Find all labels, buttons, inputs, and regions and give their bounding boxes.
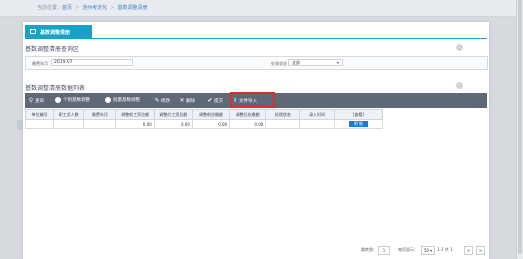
data-table: 单位编号 职工总人数 缴费年月 调整前工资总额 调整后工资总额 调整前应缴额 调… xyxy=(24,109,384,129)
per-page-value: 50 xyxy=(423,248,429,253)
table-row[interactable]: 0.00 0.00 0.00 0.00 明 细 xyxy=(24,119,384,129)
modify-label: 修改 xyxy=(161,99,170,104)
search-icon: ⚲ xyxy=(28,97,34,104)
column-header[interactable]: 录入时间 xyxy=(299,109,335,120)
breadcrumb-separator: > xyxy=(110,5,115,11)
modify-button[interactable]: ✎修改 xyxy=(154,96,170,105)
period-input[interactable]: 2019.07 xyxy=(51,59,133,66)
table-cell: 0.00 xyxy=(115,119,155,129)
page-jump-input[interactable]: 1 xyxy=(378,246,390,255)
tab-underline xyxy=(25,38,487,39)
column-header[interactable]: 调整前工资总额 xyxy=(115,109,155,120)
table-cell xyxy=(265,119,301,129)
delete-label: 删除 xyxy=(186,99,195,104)
breadcrumb-prefix: 当前位置： xyxy=(37,5,63,11)
view-detail-button[interactable]: 明 细 xyxy=(348,121,368,127)
jump-label: 跳转到: xyxy=(361,247,375,252)
breadcrumb: 当前位置：首页 > 池州考定化 > 基数调整清册 xyxy=(37,4,147,11)
main-panel: 基数调整清册 基数调整清册查询区 缴费年月 2019.07 处理状态 全部 ▾ 基… xyxy=(23,22,489,259)
column-header[interactable]: 职工总人数 xyxy=(53,109,85,120)
column-header[interactable]: 处理状态 xyxy=(265,109,301,120)
collapse-list-icon[interactable] xyxy=(456,82,463,89)
status-select[interactable]: 全部 ▾ xyxy=(288,59,343,66)
table-cell: 0.00 xyxy=(191,119,231,129)
adjust-icon xyxy=(105,96,111,103)
page-scrollbar[interactable] xyxy=(516,0,523,259)
column-header[interactable]: 调整前应缴额 xyxy=(191,109,231,120)
query-button-label: 查询 xyxy=(35,99,44,104)
scrollbar-thumb[interactable] xyxy=(518,0,522,254)
column-header[interactable]: 单位编号 xyxy=(24,109,55,120)
column-header[interactable]: 调整后应缴额 xyxy=(229,109,267,120)
status-select-value: 全部 xyxy=(292,60,300,65)
column-header[interactable]: 调整后工资总额 xyxy=(153,109,193,120)
breadcrumb-module-link[interactable]: 池州考定化 xyxy=(82,5,107,11)
status-label: 处理状态 xyxy=(271,61,287,66)
edit-icon: ✎ xyxy=(154,97,160,104)
batch-adjust-button[interactable]: 批量基数调整 xyxy=(105,96,140,105)
breadcrumb-separator: > xyxy=(75,5,80,11)
top-bar: 当前位置：首页 > 池州考定化 > 基数调整清册 xyxy=(0,0,517,17)
table-cell: 明 细 xyxy=(333,119,384,129)
query-filter-bar: 缴费年月 2019.07 处理状态 全部 ▾ xyxy=(25,56,488,70)
next-page-button[interactable]: > xyxy=(476,246,485,255)
table-cell xyxy=(24,119,55,129)
batch-adjust-label: 批量基数调整 xyxy=(113,98,140,103)
table-cell xyxy=(83,119,117,129)
page-summary: 1-1 共 1 xyxy=(437,247,453,252)
single-adjust-label: 个别基数调整 xyxy=(63,98,90,103)
table-header-row: 单位编号 职工总人数 缴费年月 调整前工资总额 调整后工资总额 调整前应缴额 调… xyxy=(24,109,384,120)
tab-title: 基数调整清册 xyxy=(40,30,71,36)
list-section-title: 基数调整清册数据列表 xyxy=(25,85,86,92)
submit-label: 提交 xyxy=(214,99,223,104)
table-cell xyxy=(299,119,335,129)
table-cell: 0.00 xyxy=(229,119,267,129)
delete-icon: ✕ xyxy=(179,97,185,104)
single-adjust-button[interactable]: 个别基数调整 xyxy=(55,96,90,105)
list-icon xyxy=(30,29,36,34)
per-page-select[interactable]: 50 ▾ xyxy=(421,246,435,255)
collapse-query-icon[interactable] xyxy=(456,44,463,51)
query-button[interactable]: ⚲ 查询 xyxy=(28,96,44,105)
highlight-box xyxy=(230,92,275,108)
column-header[interactable]: 缴费年月 xyxy=(83,109,117,120)
chevron-down-icon: ▾ xyxy=(336,60,339,65)
delete-button[interactable]: ✕删除 xyxy=(179,96,195,105)
adjust-icon xyxy=(55,96,61,103)
column-header: [查看] xyxy=(333,109,384,120)
breadcrumb-current: 基数调整清册 xyxy=(117,5,148,11)
period-label: 缴费年月 xyxy=(32,61,48,66)
check-icon: ✔ xyxy=(207,97,213,104)
query-section-title: 基数调整清册查询区 xyxy=(25,46,80,53)
breadcrumb-home-link[interactable]: 首页 xyxy=(62,5,72,11)
prev-page-button[interactable]: < xyxy=(464,246,473,255)
tab-base-adjust[interactable]: 基数调整清册 xyxy=(25,25,92,39)
submit-button[interactable]: ✔提交 xyxy=(207,96,223,105)
table-cell: 0.00 xyxy=(153,119,193,129)
table-cell xyxy=(53,119,85,129)
per-page-label: 每页显示: xyxy=(398,247,416,252)
